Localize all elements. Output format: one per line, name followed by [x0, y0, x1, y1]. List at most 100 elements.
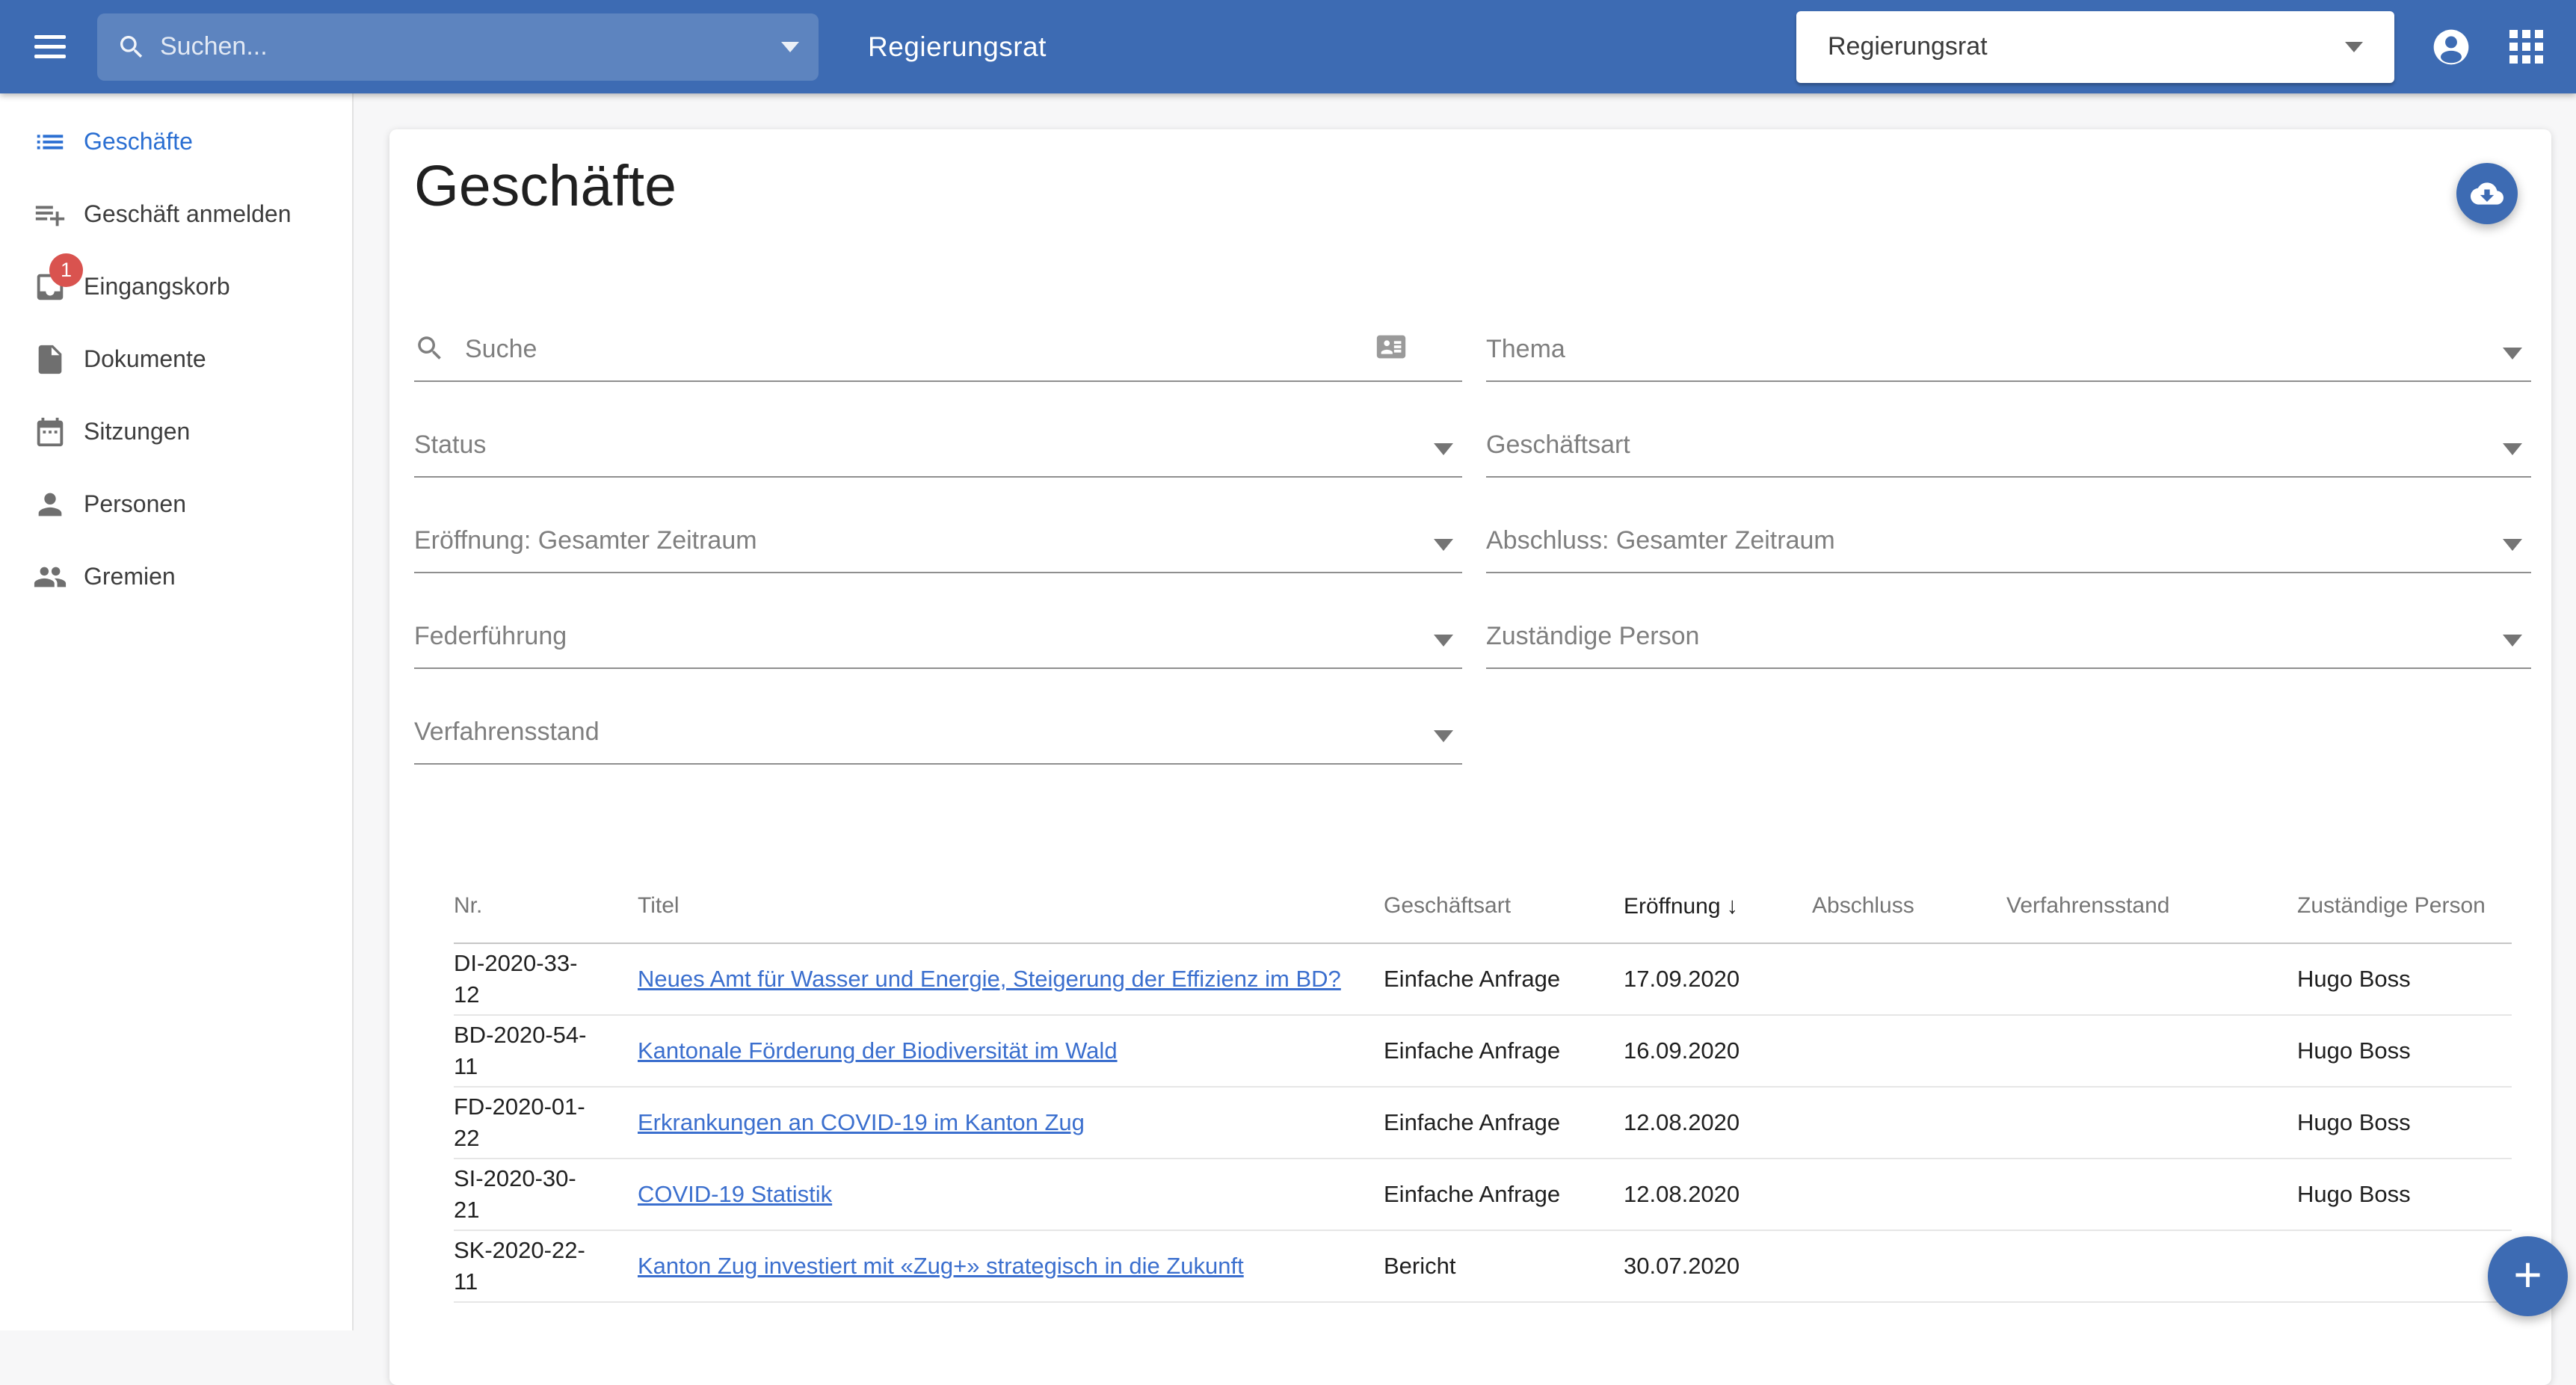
cell-eroeffnung: 16.09.2020	[1624, 1035, 1812, 1067]
chevron-down-icon	[1434, 443, 1453, 455]
cell-zustaendige_person: Hugo Boss	[2297, 963, 2512, 995]
column-header-verfahrensstand[interactable]: Verfahrensstand	[2006, 893, 2297, 919]
cell-geschaeftsart: Einfache Anfrage	[1384, 1179, 1624, 1210]
account-icon[interactable]	[2430, 26, 2472, 68]
search-icon	[117, 32, 147, 62]
geschaeft-link[interactable]: Kantonale Förderung der Biodiversität im…	[638, 1037, 1118, 1064]
search-icon	[414, 333, 446, 364]
column-label: Eröffnung	[1624, 894, 1721, 919]
column-label: Zuständige Person	[2297, 893, 2486, 918]
sidebar-item-label: Dokumente	[84, 345, 206, 373]
geschaeft-link[interactable]: Erkrankungen an COVID-19 im Kanton Zug	[638, 1109, 1085, 1135]
main-content: Geschäfte Suche Thema Status Geschäftsart Er…	[354, 93, 2576, 1330]
apps-grid-icon[interactable]	[2509, 30, 2543, 64]
sidebar-item-geschaeft-anmelden[interactable]: Geschäft anmelden	[0, 178, 352, 250]
inbox-icon: 1	[33, 270, 67, 304]
filter-geschaeftsart[interactable]: Geschäftsart	[1486, 382, 2531, 478]
playlist-add-icon	[33, 197, 67, 232]
cell-nr: SI-2020-30-21	[454, 1163, 638, 1226]
download-fab[interactable]	[2456, 163, 2518, 224]
cell-geschaeftsart: Bericht	[1384, 1250, 1624, 1282]
cell-eroeffnung: 12.08.2020	[1624, 1179, 1812, 1210]
sidebar-item-label: Personen	[84, 490, 186, 518]
cell-titel: Kanton Zug investiert mit «Zug+» strateg…	[638, 1250, 1384, 1282]
cell-zustaendige_person: Hugo Boss	[2297, 1179, 2512, 1210]
global-search-field[interactable]	[97, 13, 819, 81]
add-geschaeft-fab[interactable]: +	[2488, 1236, 2568, 1316]
global-search-input[interactable]	[158, 31, 781, 62]
app-title: Regierungsrat	[868, 31, 1047, 63]
filter-panel: Suche Thema Status Geschäftsart Eröffnung: G…	[414, 286, 2530, 765]
filter-thema[interactable]: Thema	[1486, 286, 2531, 382]
sidebar-item-label: Eingangskorb	[84, 273, 230, 300]
filter-federfuehrung[interactable]: Federführung	[414, 573, 1462, 669]
column-label: Abschluss	[1812, 893, 1914, 918]
workspace-selector[interactable]: Regierungsrat	[1796, 11, 2394, 83]
filter-eroeffnung[interactable]: Eröffnung: Gesamter Zeitraum	[414, 478, 1462, 573]
column-header-nr[interactable]: Nr.	[454, 893, 638, 919]
sidebar: GeschäfteGeschäft anmelden1EingangskorbD…	[0, 93, 354, 1330]
table-row: BD-2020-54-11Kantonale Förderung der Bio…	[454, 1016, 2512, 1088]
column-label: Geschäftsart	[1384, 893, 1511, 918]
unread-badge: 1	[49, 253, 83, 287]
chevron-down-icon[interactable]	[781, 42, 799, 52]
cell-zustaendige_person: Hugo Boss	[2297, 1035, 2512, 1067]
geschaeft-link[interactable]: COVID-19 Statistik	[638, 1181, 832, 1207]
sidebar-item-eingangskorb[interactable]: 1Eingangskorb	[0, 250, 352, 323]
menu-icon[interactable]	[34, 35, 66, 58]
cell-eroeffnung: 17.09.2020	[1624, 963, 1812, 995]
cell-titel: Neues Amt für Wasser und Energie, Steige…	[638, 963, 1384, 995]
column-label: Verfahrensstand	[2006, 893, 2169, 918]
column-header-zustaendige_person[interactable]: Zuständige Person	[2297, 893, 2512, 919]
cell-titel: Kantonale Förderung der Biodiversität im…	[638, 1035, 1384, 1067]
sidebar-item-sitzungen[interactable]: Sitzungen	[0, 395, 352, 468]
people-icon	[33, 560, 67, 594]
plus-icon: +	[2513, 1250, 2542, 1299]
filter-abschluss[interactable]: Abschluss: Gesamter Zeitraum	[1486, 478, 2531, 573]
column-header-titel[interactable]: Titel	[638, 893, 1384, 919]
filter-verfahrensstand[interactable]: Verfahrensstand	[414, 669, 1462, 765]
contact-card-icon[interactable]	[1374, 330, 1408, 364]
column-header-eroeffnung[interactable]: Eröffnung↓	[1624, 892, 1812, 919]
sidebar-item-gremien[interactable]: Gremien	[0, 540, 352, 613]
sidebar-item-geschaefte[interactable]: Geschäfte	[0, 105, 352, 178]
sidebar-item-label: Sitzungen	[84, 418, 190, 445]
geschaeft-link[interactable]: Neues Amt für Wasser und Energie, Steige…	[638, 966, 1341, 992]
chevron-down-icon	[1434, 730, 1453, 742]
sidebar-item-dokumente[interactable]: Dokumente	[0, 323, 352, 395]
sidebar-item-label: Gremien	[84, 563, 176, 590]
filter-label: Verfahrensstand	[414, 718, 600, 747]
filter-label: Abschluss: Gesamter Zeitraum	[1486, 526, 1835, 555]
filter-suche[interactable]: Suche	[414, 286, 1462, 382]
geschaefte-table: Nr.TitelGeschäftsartEröffnung↓AbschlussV…	[454, 869, 2512, 1303]
cell-geschaeftsart: Einfache Anfrage	[1384, 963, 1624, 995]
calendar-icon	[33, 415, 67, 449]
table-header-row: Nr.TitelGeschäftsartEröffnung↓AbschlussV…	[454, 869, 2512, 944]
table-row: SI-2020-30-21COVID-19 Statistik Einfache …	[454, 1159, 2512, 1231]
cell-eroeffnung: 30.07.2020	[1624, 1250, 1812, 1282]
chevron-down-icon	[1434, 635, 1453, 647]
column-label: Nr.	[454, 893, 482, 918]
cell-titel: COVID-19 Statistik	[638, 1179, 1384, 1210]
column-header-geschaeftsart[interactable]: Geschäftsart	[1384, 893, 1624, 919]
column-header-abschluss[interactable]: Abschluss	[1812, 893, 2006, 919]
filter-label: Thema	[1486, 335, 1565, 364]
cell-nr: DI-2020-33-12	[454, 948, 638, 1011]
cell-nr: FD-2020-01-22	[454, 1091, 638, 1154]
sidebar-item-personen[interactable]: Personen	[0, 468, 352, 540]
cell-eroeffnung: 12.08.2020	[1624, 1107, 1812, 1138]
page-title: Geschäfte	[414, 152, 2530, 220]
person-icon	[33, 487, 67, 522]
filter-zustaendige-person[interactable]: Zuständige Person	[1486, 573, 2531, 669]
cell-zustaendige_person: Hugo Boss	[2297, 1107, 2512, 1138]
chevron-down-icon	[2503, 635, 2522, 647]
sort-desc-icon: ↓	[1727, 892, 1739, 919]
cell-nr: BD-2020-54-11	[454, 1020, 638, 1082]
geschaeft-link[interactable]: Kanton Zug investiert mit «Zug+» strateg…	[638, 1253, 1244, 1279]
chevron-down-icon	[1434, 539, 1453, 551]
chevron-down-icon	[2503, 539, 2522, 551]
list-icon	[33, 125, 67, 159]
chevron-down-icon	[2503, 443, 2522, 455]
filter-label: Status	[414, 431, 486, 460]
filter-status[interactable]: Status	[414, 382, 1462, 478]
